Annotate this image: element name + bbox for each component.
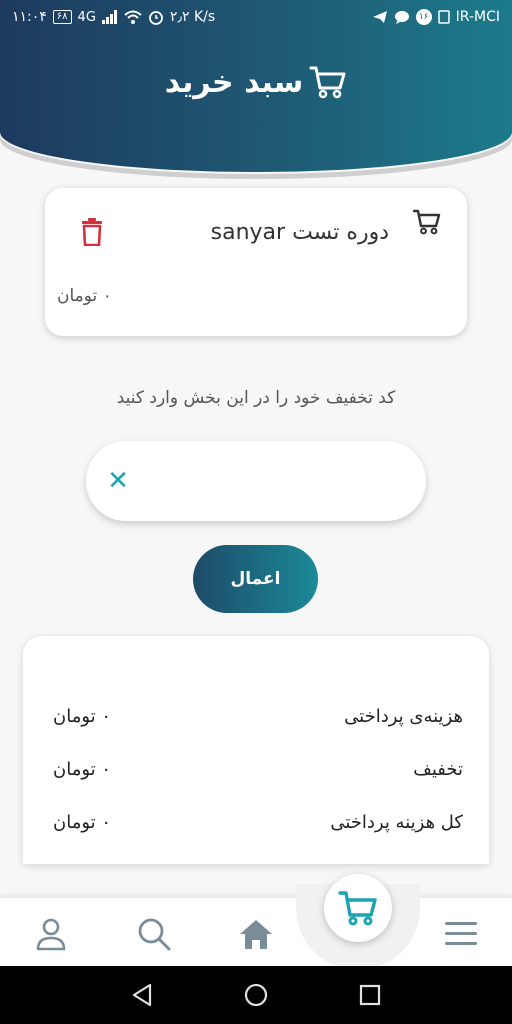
profile-icon[interactable] bbox=[31, 914, 71, 954]
trash-icon[interactable] bbox=[81, 218, 103, 246]
home-icon[interactable] bbox=[236, 914, 276, 954]
cart-icon bbox=[338, 891, 377, 926]
signal-icon bbox=[101, 10, 117, 24]
summary-label: تخفیف bbox=[413, 759, 463, 780]
network-speed: ۲٫۲ K/s bbox=[169, 9, 216, 25]
page-title: سبد خرید bbox=[164, 64, 304, 100]
menu-icon[interactable] bbox=[441, 914, 481, 954]
cart-fab[interactable] bbox=[324, 874, 392, 942]
cart-item-price: ۰ تومان bbox=[57, 286, 112, 306]
header-curve bbox=[0, 130, 512, 174]
discount-field[interactable]: ✕ bbox=[86, 441, 426, 521]
recents-icon[interactable] bbox=[355, 980, 385, 1010]
summary-row-total: کل هزینه پرداختی ۰ تومان bbox=[53, 812, 463, 833]
home-button-icon[interactable] bbox=[241, 980, 271, 1010]
search-icon[interactable] bbox=[134, 914, 174, 954]
carrier-name: IR-MCI bbox=[455, 9, 500, 25]
alarm-icon bbox=[149, 11, 163, 25]
wifi-icon bbox=[124, 10, 142, 24]
back-icon[interactable] bbox=[128, 980, 158, 1010]
header-title-group: سبد خرید bbox=[0, 64, 512, 100]
chat-icon bbox=[394, 10, 409, 24]
summary-value: ۰ تومان bbox=[53, 812, 112, 833]
battery-icon: ۶۸ bbox=[52, 10, 72, 24]
status-bar-left: ۱۱:۰۴ ۶۸ 4G ۲٫۲ K/s bbox=[12, 9, 215, 25]
discount-input[interactable] bbox=[146, 441, 406, 521]
summary-value: ۰ تومان bbox=[53, 706, 112, 727]
status-bar-right: ۱۶ IR-MCI bbox=[372, 9, 500, 25]
telegram-icon bbox=[372, 11, 387, 23]
status-bar: ۱۱:۰۴ ۶۸ 4G ۲٫۲ K/s ۱۶ IR-MCI bbox=[0, 0, 512, 34]
cart-item-name: دوره تست sanyar bbox=[210, 220, 389, 245]
cart-icon bbox=[413, 209, 441, 235]
discount-label: کد تخفیف خود را در این بخش وارد کنید bbox=[116, 388, 396, 408]
system-navigation bbox=[0, 966, 512, 1024]
sim-icon bbox=[437, 10, 450, 24]
cart-item-card: دوره تست sanyar ۰ تومان bbox=[45, 188, 467, 336]
summary-value: ۰ تومان bbox=[53, 759, 112, 780]
summary-label: هزینه‌ی پرداختی bbox=[344, 706, 463, 727]
cart-icon bbox=[309, 66, 346, 99]
close-icon[interactable]: ✕ bbox=[104, 467, 132, 495]
payment-summary: هزینه‌ی پرداختی ۰ تومان تخفیف ۰ تومان کل… bbox=[23, 636, 489, 864]
summary-row-discount: تخفیف ۰ تومان bbox=[53, 759, 463, 780]
status-time: ۱۱:۰۴ bbox=[12, 9, 47, 25]
summary-label: کل هزینه پرداختی bbox=[330, 812, 463, 833]
notification-count: ۱۶ bbox=[415, 9, 432, 25]
apply-discount-button[interactable]: اعمال bbox=[193, 545, 318, 613]
network-type: 4G bbox=[77, 9, 96, 25]
summary-row-payment: هزینه‌ی پرداختی ۰ تومان bbox=[53, 706, 463, 727]
